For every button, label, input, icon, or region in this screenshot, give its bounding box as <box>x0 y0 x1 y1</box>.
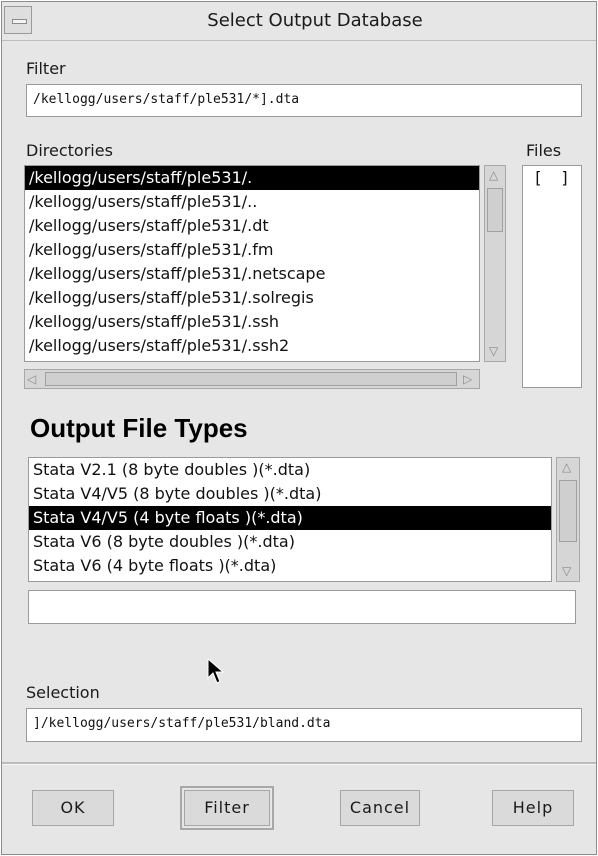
directories-scroll-thumb[interactable] <box>487 188 503 232</box>
output-types-vertical-scrollbar[interactable]: △ ▽ <box>556 457 580 582</box>
directory-item[interactable]: /kellogg/users/staff/ple531/.ssh <box>25 310 479 334</box>
help-button[interactable]: Help <box>492 790 574 826</box>
output-types-scroll-thumb[interactable] <box>559 480 577 542</box>
arrow-up-icon[interactable]: △ <box>489 168 498 182</box>
output-type-item[interactable]: Stata V2.1 (8 byte doubles )(*.dta) <box>29 458 551 482</box>
directory-item[interactable]: /kellogg/users/staff/ple531/.solregis <box>25 286 479 310</box>
button-separator <box>2 762 596 765</box>
file-item[interactable]: [ ] <box>523 166 581 190</box>
files-list[interactable]: [ ] <box>522 165 582 388</box>
arrow-down-icon[interactable]: ▽ <box>562 564 571 578</box>
output-file-types-list[interactable]: Stata V2.1 (8 byte doubles )(*.dta) Stata… <box>28 457 552 582</box>
selection-input[interactable]: ]/kellogg/users/staff/ple531/bland.dta <box>26 708 582 742</box>
window-menu-icon[interactable] <box>4 6 32 34</box>
arrow-up-icon[interactable]: △ <box>562 460 571 474</box>
output-type-item[interactable]: Stata V6 (4 byte floats )(*.dta) <box>29 554 551 578</box>
arrow-left-icon[interactable]: ◁ <box>27 372 36 386</box>
cancel-button[interactable]: Cancel <box>340 790 420 826</box>
selection-label: Selection <box>26 683 100 702</box>
title-bar[interactable]: Select Output Database <box>2 2 596 41</box>
output-type-item[interactable]: Stata V6 (8 byte doubles )(*.dta) <box>29 530 551 554</box>
window-title: Select Output Database <box>207 10 423 31</box>
directory-item[interactable]: /kellogg/users/staff/ple531/.netscape <box>25 262 479 286</box>
arrow-down-icon[interactable]: ▽ <box>489 344 498 358</box>
directories-list[interactable]: /kellogg/users/staff/ple531/./kellogg/us… <box>24 165 480 362</box>
filter-input[interactable]: /kellogg/users/staff/ple531/*].dta <box>26 84 582 117</box>
directory-item[interactable]: /kellogg/users/staff/ple531/.. <box>25 190 479 214</box>
directory-item[interactable]: /kellogg/users/staff/ple531/.dt <box>25 214 479 238</box>
filter-label: Filter <box>26 59 66 78</box>
arrow-right-icon[interactable]: ▷ <box>463 372 472 386</box>
directories-vertical-scrollbar[interactable]: △ ▽ <box>484 165 506 362</box>
output-type-item[interactable]: Stata V4/V5 (4 byte floats )(*.dta) <box>29 506 551 530</box>
directories-hscroll-thumb[interactable] <box>45 372 457 386</box>
directory-item[interactable]: /kellogg/users/staff/ple531/.ssh2 <box>25 334 479 358</box>
output-type-item[interactable]: Stata V4/V5 (8 byte doubles )(*.dta) <box>29 482 551 506</box>
directory-item[interactable]: /kellogg/users/staff/ple531/.fm <box>25 238 479 262</box>
files-label: Files <box>526 141 562 160</box>
output-type-extra-field[interactable] <box>28 590 576 624</box>
ok-button[interactable]: OK <box>32 790 114 826</box>
filter-button[interactable]: Filter <box>180 786 274 830</box>
output-file-types-heading: Output File Types <box>30 413 248 443</box>
directories-label: Directories <box>26 141 113 160</box>
directory-item[interactable]: /kellogg/users/staff/ple531/. <box>25 166 479 190</box>
select-output-database-dialog: Select Output Database Filter /kellogg/u… <box>1 1 597 855</box>
mouse-pointer-icon <box>207 658 225 684</box>
directories-horizontal-scrollbar[interactable]: ◁ ▷ <box>24 369 480 389</box>
